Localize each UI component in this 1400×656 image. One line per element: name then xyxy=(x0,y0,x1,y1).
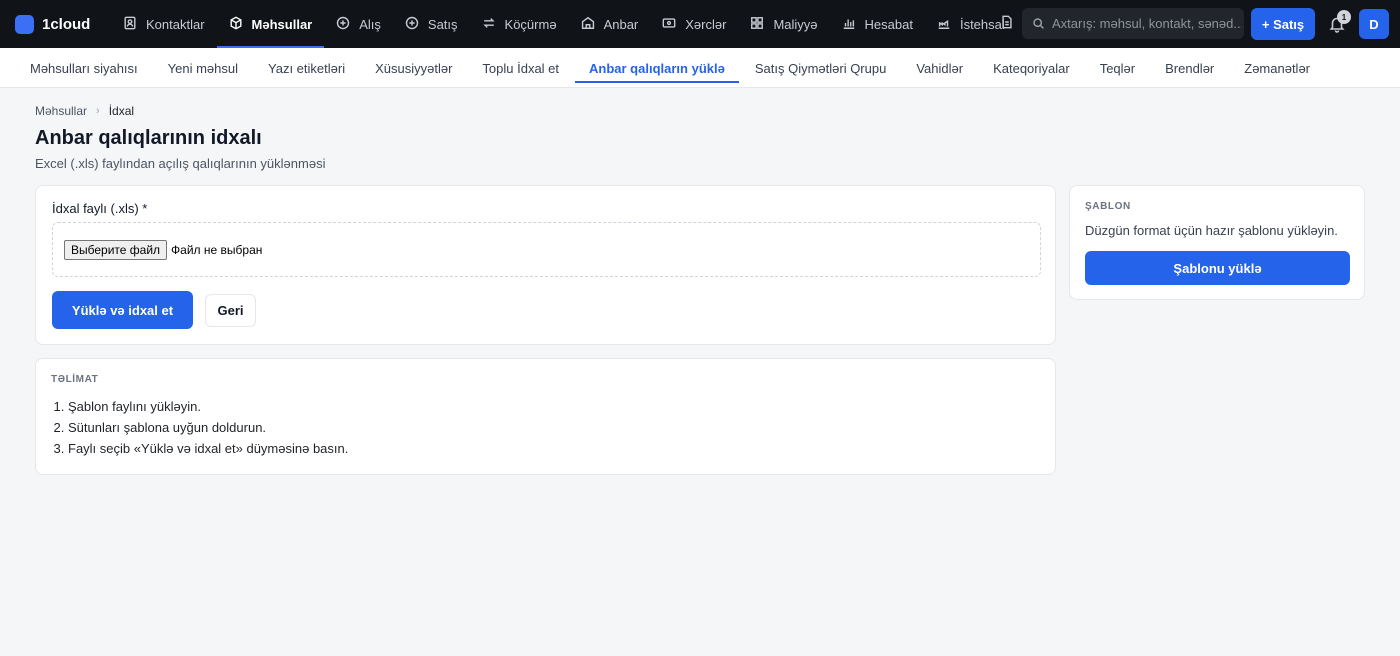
nav-item-label: Köçürmə xyxy=(504,16,557,32)
list-item: Sütunları şablona uyğun doldurun. xyxy=(68,417,348,438)
subnav-item-brands[interactable]: Brendlər xyxy=(1151,48,1228,88)
nav-item-label: İstehsal xyxy=(959,16,1005,32)
search-icon xyxy=(1033,18,1044,29)
notifications-badge: 1 xyxy=(1337,10,1351,24)
instructions-list: Şablon faylını yükləyin. Sütunları şablo… xyxy=(68,396,348,459)
chevron-right-icon: › xyxy=(96,105,100,117)
subnav-item-product-list[interactable]: Məhsulları siyahısı xyxy=(16,48,152,88)
subnav-item-warranties[interactable]: Zəmanətlər xyxy=(1230,48,1324,88)
page-title: Anbar qalıqlarının idxalı xyxy=(35,127,262,149)
nav-item-label: Alış xyxy=(359,16,381,32)
wallet-icon xyxy=(662,16,678,32)
template-section-label: ŞABLON xyxy=(1085,201,1131,212)
breadcrumb: Məhsullar › İdxal xyxy=(35,104,134,118)
transfer-icon xyxy=(482,16,498,32)
nav-item-label: Məhsullar xyxy=(251,16,313,32)
nav-item-label: Kontaktlar xyxy=(146,16,205,32)
nav-item-label: Hesabat xyxy=(864,16,913,32)
subnav-item-tags[interactable]: Teqlər xyxy=(1086,48,1149,88)
nav-item-mehsullar[interactable]: Məhsullar xyxy=(216,0,325,48)
upload-card: İdxal faylı (.xls) * Выберите файл Файл … xyxy=(35,185,1056,345)
subnav-item-units[interactable]: Vahidlər xyxy=(902,48,977,88)
nav-item-satis[interactable]: Satış xyxy=(393,0,470,48)
brand-logo-icon xyxy=(15,14,34,34)
subnav-item-bulk-import[interactable]: Toplu İdxal et xyxy=(468,48,573,88)
nav-item-kontaktlar[interactable]: Kontaktlar xyxy=(111,0,217,48)
nav-item-anbar[interactable]: Anbar xyxy=(569,0,651,48)
plus-circle-icon xyxy=(405,16,421,32)
nav-item-hesabat[interactable]: Hesabat xyxy=(830,0,925,48)
nav-item-label: Xərclər xyxy=(685,16,727,32)
upload-import-button[interactable]: Yüklə və idxal et xyxy=(52,291,193,329)
nav-item-label: Anbar xyxy=(603,16,639,32)
back-button[interactable]: Geri xyxy=(205,294,256,327)
subnav-item-attributes[interactable]: Xüsusiyyətlər xyxy=(361,48,466,88)
nav-item-xercler[interactable]: Xərclər xyxy=(650,0,738,48)
document-icon[interactable] xyxy=(1000,13,1016,33)
main-nav: Kontaktlar Məhsullar Alış Satış Köçürmə … xyxy=(111,0,1017,48)
factory-icon xyxy=(937,16,953,32)
subnav-item-price-groups[interactable]: Satış Qiymətləri Qrupu xyxy=(741,48,901,88)
global-search[interactable] xyxy=(1022,8,1244,39)
subnav-item-categories[interactable]: Kateqoriyalar xyxy=(979,48,1084,88)
breadcrumb-parent-link[interactable]: Məhsullar xyxy=(35,104,87,118)
import-file-label: İdxal faylı (.xls) * xyxy=(52,201,148,216)
nav-item-label: Maliyyə xyxy=(773,16,818,32)
brand[interactable]: 1cloud xyxy=(15,14,103,34)
file-status-text: Файл не выбран xyxy=(171,242,263,257)
instructions-card: TƏLİMAT Şablon faylını yükləyin. Sütunla… xyxy=(35,358,1056,475)
contacts-icon xyxy=(123,16,139,32)
instructions-section-label: TƏLİMAT xyxy=(51,374,99,385)
products-subnav: Məhsulları siyahısı Yeni məhsul Yazı eti… xyxy=(0,48,1400,88)
template-description: Düzgün format üçün hazır şablonu yükləyi… xyxy=(1085,223,1338,238)
download-template-button[interactable]: Şablonu yüklə xyxy=(1085,251,1350,285)
top-navbar: 1cloud Kontaktlar Məhsullar Alış Satış K… xyxy=(0,0,1400,48)
grid-icon xyxy=(750,16,766,32)
list-item: Faylı seçib «Yüklə və idxal et» düyməsin… xyxy=(68,438,348,459)
file-dropzone[interactable]: Выберите файл Файл не выбран xyxy=(52,222,1041,277)
list-item: Şablon faylını yükləyin. xyxy=(68,396,348,417)
subnav-item-stock-import[interactable]: Anbar qalıqların yüklə xyxy=(575,48,739,88)
box-icon xyxy=(229,16,245,32)
nav-item-alis[interactable]: Alış xyxy=(324,0,393,48)
subnav-item-new-product[interactable]: Yeni məhsul xyxy=(154,48,252,88)
nav-item-label: Satış xyxy=(427,16,458,32)
plus-circle-icon xyxy=(336,16,352,32)
template-card: ŞABLON Düzgün format üçün hazır şablonu … xyxy=(1069,185,1365,300)
page-subtitle: Excel (.xls) faylından açılış qalıqların… xyxy=(35,156,326,171)
brand-name: 1cloud xyxy=(42,15,91,33)
warehouse-icon xyxy=(581,16,597,32)
choose-file-button[interactable]: Выберите файл xyxy=(64,239,168,260)
subnav-item-labels[interactable]: Yazı etiketləri xyxy=(254,48,359,88)
breadcrumb-current: İdxal xyxy=(108,104,135,118)
nav-item-maliyye[interactable]: Maliyyə xyxy=(738,0,829,48)
new-sale-button[interactable]: + Satış xyxy=(1251,8,1315,40)
user-avatar[interactable]: D xyxy=(1359,9,1389,39)
bar-chart-icon xyxy=(842,16,858,32)
nav-item-kocurme[interactable]: Köçürmə xyxy=(470,0,569,48)
search-input[interactable] xyxy=(1052,16,1242,31)
